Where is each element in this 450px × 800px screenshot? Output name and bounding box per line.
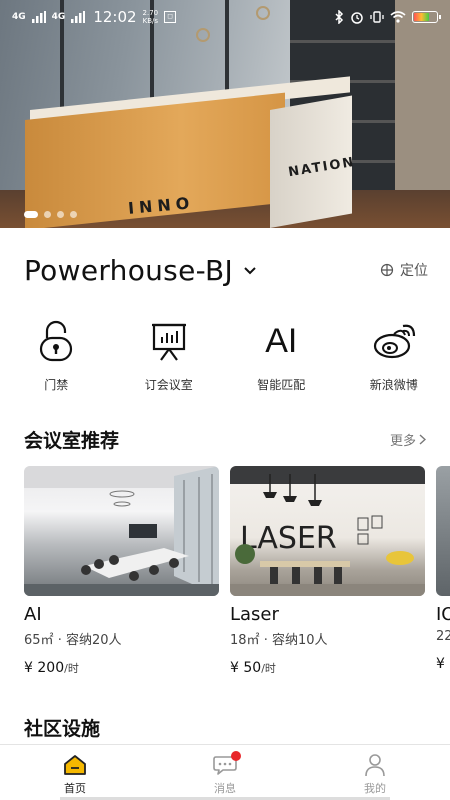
bluetooth-icon [335,10,344,24]
unread-badge [231,751,241,761]
room-price-currency: ¥ [436,656,445,672]
alarm-icon [351,12,363,24]
tab-messages[interactable]: 消息 [150,745,300,800]
person-icon [362,753,388,777]
room-capacity: 容纳20人 [65,633,122,648]
facilities-section-title: 社区设施 [24,718,101,740]
carousel-dot [57,211,64,218]
room-name: IO [436,604,450,625]
tab-label: 消息 [214,782,236,795]
quick-action-smart-match[interactable]: AI 智能匹配 [225,318,338,398]
room-spec-separator: · [263,633,268,648]
location-selector[interactable]: Powerhouse-BJ [24,254,233,287]
room-card[interactable]: LASER Laser 18㎡ · 容纳10人 ¥ 50/时 [230,466,425,676]
room-spec-separator: · [57,633,62,648]
network-speed-unit: KB/s [142,17,159,25]
chevron-down-icon[interactable] [243,266,257,276]
room-price-value: 200 [37,660,65,676]
carousel-indicator [24,211,77,218]
battery-icon [412,11,441,23]
quick-actions: 门禁 订会议室 AI 智能匹配 新浪微博 [0,318,450,398]
signal-label: 4G [51,12,66,22]
tab-profile[interactable]: 我的 [300,745,450,800]
wifi-icon [390,11,406,23]
room-area: 65㎡ [24,633,54,648]
signal-bars-icon [31,11,46,23]
quick-action-label: 新浪微博 [369,378,418,392]
home-icon [62,753,88,777]
locate-label: 定位 [400,263,428,279]
tab-label: 我的 [364,782,386,795]
more-label: 更多 [389,434,416,449]
room-photo [436,466,450,596]
rooms-section-header: 会议室推荐 更多 [24,426,426,453]
chevron-right-icon [419,434,426,445]
room-card[interactable]: IO 22 ¥ [436,466,450,672]
status-bar: 4G 4G 12:02 2.70 KB/s ◻ [0,0,450,34]
room-card-list[interactable]: AI 65㎡ · 容纳20人 ¥ 200/时 LASER Laser 18㎡ ·… [24,466,450,681]
room-photo [24,466,219,596]
quick-action-door-access[interactable]: 门禁 [0,318,113,398]
room-area: 22 [436,629,450,644]
room-price-currency: ¥ [24,660,33,676]
status-right [334,10,441,24]
more-rooms-link[interactable]: 更多 [390,430,426,449]
crosshair-icon [380,263,394,277]
carousel-dot [44,211,51,218]
bottom-tab-bar: 首页 消息 我的 [0,744,450,800]
room-photo: LASER [230,466,425,596]
room-name: Laser [230,604,279,625]
room-price-value: 50 [243,660,262,676]
vibrate-icon [370,11,384,23]
rooms-section-title: 会议室推荐 [24,430,120,452]
room-price: ¥ 50/时 [230,660,425,676]
room-name: AI [24,604,42,625]
quick-action-label: 订会议室 [144,378,193,392]
hero-banner[interactable]: INNO NATION 4G 4G 12:02 2.70 KB/s ◻ [0,0,450,228]
notification-icon: ◻ [164,11,177,23]
quick-action-weibo[interactable]: 新浪微博 [338,318,450,398]
ai-icon-text: AI [265,322,298,360]
locate-button[interactable]: 定位 [380,260,428,280]
laser-wall-text: LASER [240,521,337,556]
weibo-icon [372,318,416,364]
room-card[interactable]: AI 65㎡ · 容纳20人 ¥ 200/时 [24,466,219,676]
quick-action-book-room[interactable]: 订会议室 [113,318,226,398]
lock-icon [34,318,78,364]
room-price: ¥ [436,656,450,672]
room-spec: 65㎡ · 容纳20人 [24,629,219,648]
room-spec: 18㎡ · 容纳10人 [230,629,425,648]
room-capacity: 容纳10人 [271,633,328,648]
room-area: 18㎡ [230,633,260,648]
network-speed-value: 2.70 [142,9,159,17]
status-time: 12:02 [93,8,137,26]
room-price: ¥ 200/时 [24,660,219,676]
network-speed: 2.70 KB/s [143,9,159,25]
room-price-unit: /时 [64,662,79,675]
chat-bubble-icon [212,751,241,777]
ai-icon: AI [259,318,303,364]
room-spec: 22 [436,629,450,644]
location-row: Powerhouse-BJ 定位 [24,250,428,290]
carousel-dot [70,211,77,218]
room-price-unit: /时 [261,662,276,675]
tab-label: 首页 [64,782,86,795]
presentation-board-icon [147,318,191,364]
signal-bars-icon [71,11,86,23]
signal-label: 4G [12,12,26,22]
quick-action-label: 智能匹配 [257,378,306,392]
quick-action-label: 门禁 [44,378,69,392]
tab-home[interactable]: 首页 [0,745,150,800]
room-price-currency: ¥ [230,660,239,676]
carousel-dot [24,211,38,218]
